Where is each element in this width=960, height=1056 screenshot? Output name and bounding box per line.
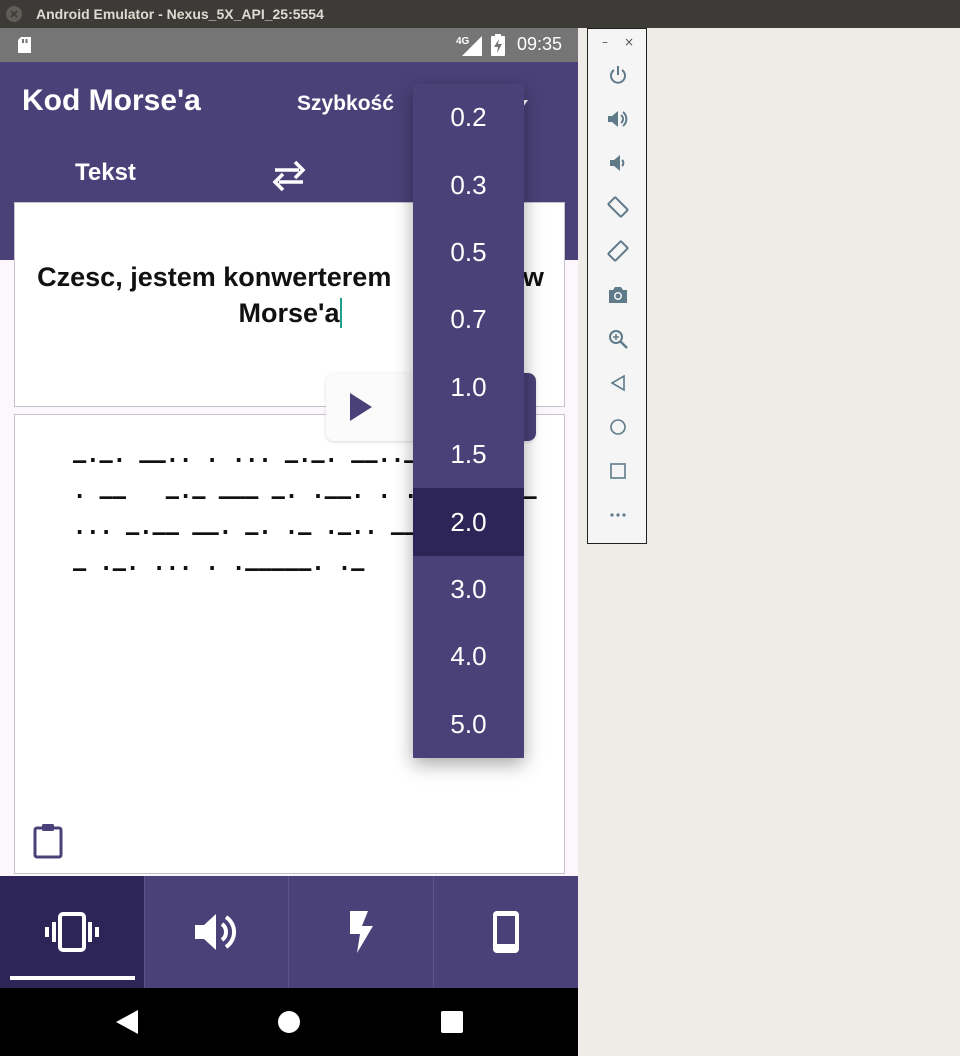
- more-icon: [610, 513, 626, 517]
- input-line-2: Morse'a: [238, 298, 340, 328]
- morse-line: – ·–· ··· · ·–––––· ·–: [73, 557, 365, 582]
- mode-screen-button[interactable]: [434, 876, 579, 988]
- speed-dropdown[interactable]: 0.2 0.3 0.5 0.7 1.0 1.5 2.0 3.0 4.0 5.0: [413, 84, 524, 758]
- window-close-button[interactable]: [6, 6, 22, 22]
- system-nav-bar: [0, 988, 578, 1056]
- volume-down-button[interactable]: [606, 151, 630, 175]
- tab-text[interactable]: Tekst: [75, 159, 136, 187]
- mode-vibrate-button[interactable]: [0, 876, 145, 988]
- back-icon[interactable]: [116, 1010, 138, 1034]
- text-caret: [340, 298, 343, 328]
- phone-screen-icon: [492, 911, 519, 953]
- swap-icon[interactable]: [271, 158, 307, 192]
- output-mode-bar: [0, 876, 578, 988]
- play-button-edge: [522, 373, 536, 441]
- mode-sound-button[interactable]: [145, 876, 289, 988]
- battery-charging-icon: [491, 34, 505, 56]
- signal-icon: [462, 36, 482, 56]
- status-bar: 4G 09:35: [0, 28, 578, 62]
- active-indicator: [10, 976, 135, 980]
- flash-icon: [349, 911, 373, 953]
- close-icon: [10, 10, 18, 18]
- speed-option[interactable]: 0.3: [413, 151, 524, 218]
- rotate-right-button[interactable]: [606, 239, 630, 263]
- home-icon[interactable]: [277, 1010, 301, 1034]
- rotate-left-icon: [607, 196, 629, 218]
- power-icon: [610, 66, 626, 84]
- more-button[interactable]: [606, 503, 630, 527]
- volume-up-button[interactable]: [606, 107, 630, 131]
- volume-up-icon: [608, 111, 628, 127]
- overview-square-icon: [610, 463, 626, 479]
- close-panel-button[interactable]: ×: [624, 35, 634, 49]
- speed-option[interactable]: 0.2: [413, 84, 524, 151]
- screenshot-button[interactable]: [606, 283, 630, 307]
- input-line-1: Czesc, jestem konwerterem: [37, 262, 392, 292]
- back-button[interactable]: [606, 371, 630, 395]
- speed-option-selected[interactable]: 2.0: [413, 488, 524, 556]
- speed-label: Szybkość: [297, 92, 394, 115]
- overview-button[interactable]: [606, 459, 630, 483]
- rotate-left-button[interactable]: [606, 195, 630, 219]
- home-button[interactable]: [606, 415, 630, 439]
- window-title: Android Emulator - Nexus_5X_API_25:5554: [36, 6, 324, 22]
- speed-option[interactable]: 0.7: [413, 286, 524, 353]
- sd-card-icon: [18, 37, 31, 53]
- volume-icon: [195, 914, 237, 950]
- emulator-toolbar: – ×: [587, 28, 647, 544]
- phone-screen: 4G 09:35 Kod Morse'a Szybkość Tekst Czes…: [0, 28, 578, 1056]
- zoom-button[interactable]: [606, 327, 630, 351]
- power-button[interactable]: [606, 63, 630, 87]
- status-time: 09:35: [517, 34, 563, 54]
- play-icon: [350, 393, 372, 421]
- speed-option[interactable]: 5.0: [413, 691, 524, 758]
- speed-option[interactable]: 1.5: [413, 421, 524, 488]
- back-triangle-icon: [610, 374, 625, 392]
- emulator-titlebar: Android Emulator - Nexus_5X_API_25:5554: [0, 0, 960, 28]
- vibrate-icon: [44, 912, 99, 952]
- volume-down-icon: [610, 155, 625, 171]
- speed-option[interactable]: 0.5: [413, 219, 524, 286]
- home-circle-icon: [610, 419, 626, 435]
- zoom-in-icon: [609, 330, 628, 349]
- app-title: Kod Morse'a: [22, 84, 201, 117]
- rotate-right-icon: [607, 240, 629, 262]
- camera-icon: [609, 287, 627, 303]
- minimize-button[interactable]: –: [602, 35, 608, 49]
- speed-option[interactable]: 1.0: [413, 354, 524, 421]
- recent-apps-icon[interactable]: [441, 1011, 463, 1033]
- mode-flash-button[interactable]: [289, 876, 434, 988]
- clipboard-icon[interactable]: [33, 823, 63, 859]
- speed-option[interactable]: 4.0: [413, 623, 524, 690]
- speed-option[interactable]: 3.0: [413, 556, 524, 623]
